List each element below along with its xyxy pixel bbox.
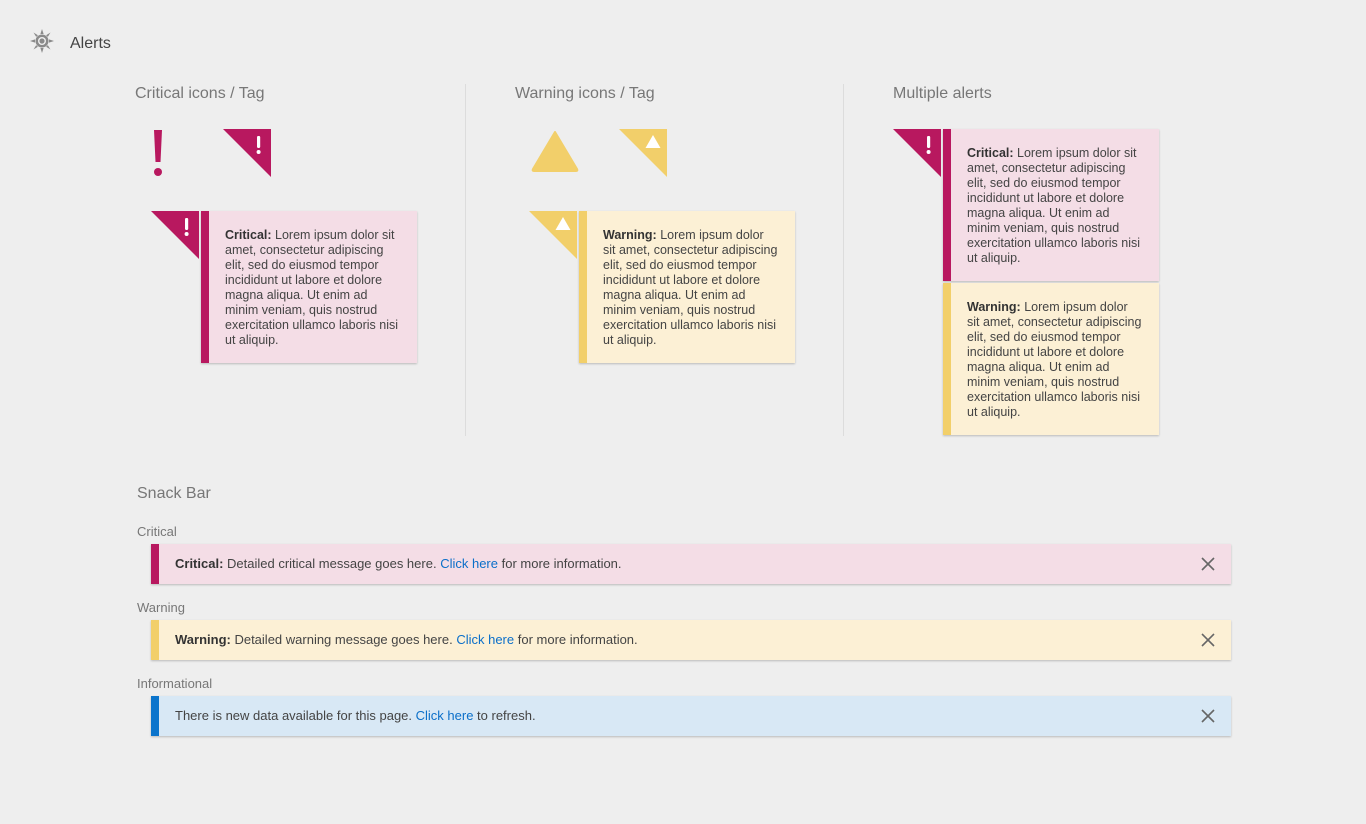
- close-icon[interactable]: [1201, 633, 1215, 647]
- multiple-critical-text: Critical: Lorem ipsum dolor sit amet, co…: [967, 146, 1143, 266]
- critical-snackbar-bold: Critical:: [175, 556, 224, 571]
- info-snackbar-link[interactable]: Click here: [416, 708, 474, 723]
- critical-label: Critical:: [225, 228, 272, 242]
- critical-snackbar-message: Critical: Detailed critical message goes…: [175, 556, 622, 571]
- info-snackbar-message: There is new data available for this pag…: [175, 708, 536, 723]
- warning-snackbar-link[interactable]: Click here: [456, 632, 514, 647]
- critical-alert-text: Critical: Lorem ipsum dolor sit amet, co…: [225, 228, 401, 348]
- warning-body: Lorem ipsum dolor sit amet, consectetur …: [967, 300, 1142, 419]
- critical-body: Lorem ipsum dolor sit amet, consectetur …: [967, 146, 1140, 265]
- warning-label: Warning:: [603, 228, 657, 242]
- critical-bar: [201, 211, 209, 363]
- divider: [843, 84, 844, 436]
- divider: [465, 84, 466, 436]
- critical-tag-icon: [223, 129, 271, 177]
- warning-snackbar-message: Warning: Detailed warning message goes h…: [175, 632, 638, 647]
- close-icon[interactable]: [1201, 709, 1215, 723]
- info-snackbar: There is new data available for this pag…: [151, 696, 1231, 736]
- warning-snackbar-bold: Warning:: [175, 632, 231, 647]
- multiple-warning-text: Warning: Lorem ipsum dolor sit amet, con…: [967, 300, 1143, 420]
- snackbar-critical-label: Critical: [137, 524, 177, 539]
- snackbar-section-title: Snack Bar: [137, 485, 211, 502]
- sun-gear-icon: [30, 28, 54, 58]
- page-title: Alerts: [70, 35, 111, 52]
- critical-bar: [151, 544, 159, 584]
- warning-card-tag-icon: [529, 211, 577, 259]
- warning-alert-text: Warning: Lorem ipsum dolor sit amet, con…: [603, 228, 779, 348]
- critical-card-tag-icon: [151, 211, 199, 259]
- info-bar: [151, 696, 159, 736]
- warning-triangle-icon: [530, 129, 580, 173]
- info-snackbar-text-end: to refresh.: [473, 708, 536, 723]
- multiple-warning-card: Warning: Lorem ipsum dolor sit amet, con…: [943, 283, 1159, 435]
- snackbar-warning-label: Warning: [137, 600, 185, 615]
- critical-snackbar-link[interactable]: Click here: [440, 556, 498, 571]
- critical-bar: [943, 129, 951, 281]
- critical-snackbar: Critical: Detailed critical message goes…: [151, 544, 1231, 584]
- warning-snackbar-text-end: for more information.: [514, 632, 638, 647]
- warning-label: Warning:: [967, 300, 1021, 314]
- critical-section-title: Critical icons / Tag: [135, 85, 265, 102]
- warning-bar: [579, 211, 587, 363]
- warning-body: Lorem ipsum dolor sit amet, consectetur …: [603, 228, 778, 347]
- multiple-critical-tag-icon: [893, 129, 941, 177]
- critical-snackbar-text-end: for more information.: [497, 556, 622, 571]
- info-snackbar-text: There is new data available for this pag…: [175, 708, 416, 723]
- warning-snackbar: Warning: Detailed warning message goes h…: [151, 620, 1231, 660]
- warning-tag-icon: [619, 129, 667, 177]
- app-header: Alerts: [30, 28, 111, 58]
- warning-section-title: Warning icons / Tag: [515, 85, 655, 102]
- snackbar-info-label: Informational: [137, 676, 213, 691]
- warning-snackbar-text: Detailed warning message goes here.: [230, 632, 457, 647]
- warning-bar: [943, 283, 951, 435]
- warning-alert-card: Warning: Lorem ipsum dolor sit amet, con…: [579, 211, 795, 363]
- multiple-section-title: Multiple alerts: [893, 85, 992, 102]
- multiple-critical-card: Critical: Lorem ipsum dolor sit amet, co…: [943, 129, 1159, 281]
- warning-bar: [151, 620, 159, 660]
- critical-alert-card: Critical: Lorem ipsum dolor sit amet, co…: [201, 211, 417, 363]
- close-icon[interactable]: [1201, 557, 1215, 571]
- critical-label: Critical:: [967, 146, 1014, 160]
- critical-body: Lorem ipsum dolor sit amet, consectetur …: [225, 228, 398, 347]
- critical-exclamation-icon: [150, 129, 170, 177]
- critical-snackbar-text: Detailed critical message goes here.: [223, 556, 441, 571]
